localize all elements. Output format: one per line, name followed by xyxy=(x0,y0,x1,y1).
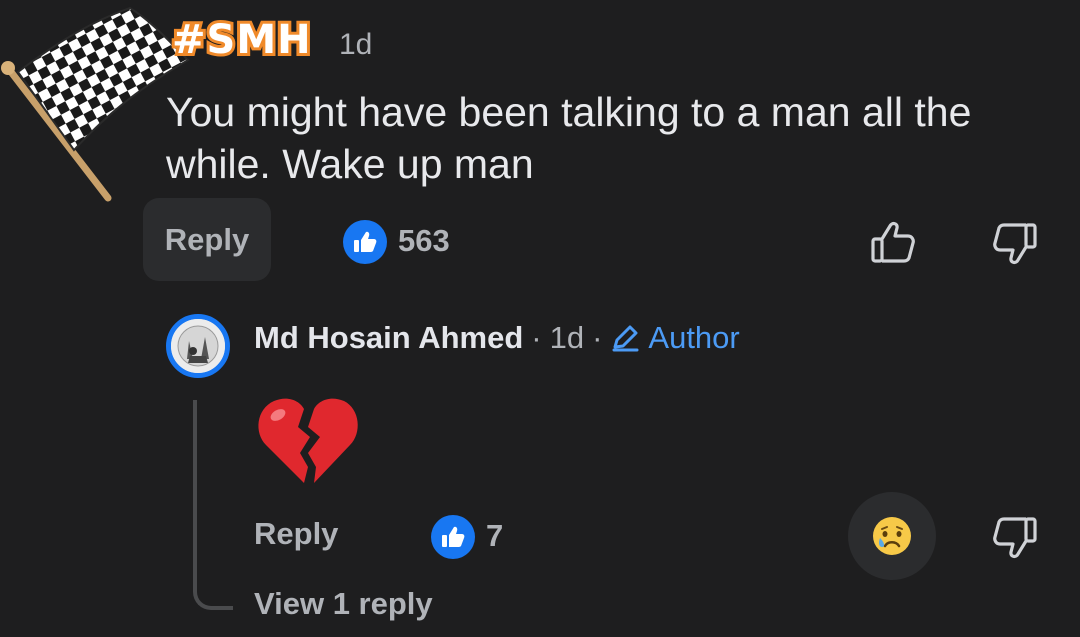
view-replies-link[interactable]: View 1 reply xyxy=(254,586,433,622)
reply-button[interactable]: Reply xyxy=(143,198,271,281)
pencil-icon xyxy=(612,325,639,352)
separator: · xyxy=(592,320,603,355)
reply-header: Md Hosain Ahmed · 1d · Author xyxy=(254,320,740,356)
broken-heart-emoji xyxy=(258,398,358,483)
sad-face-emoji xyxy=(873,517,911,555)
reply-button[interactable]: Reply xyxy=(254,516,338,552)
author-name[interactable]: Md Hosain Ahmed xyxy=(254,320,523,356)
comment-timestamp: 1d xyxy=(339,28,373,61)
smh-sticker: #SMH xyxy=(169,14,314,66)
like-count: 7 xyxy=(486,518,504,553)
checkered-flag-icon xyxy=(1,6,190,202)
thread-line xyxy=(193,400,233,610)
like-count: 563 xyxy=(398,223,450,258)
avatar-image xyxy=(171,319,225,373)
reaction-button[interactable] xyxy=(848,492,936,580)
like-reaction-icon xyxy=(343,220,387,264)
thumbs-down-icon[interactable] xyxy=(990,512,1040,562)
separator: · xyxy=(531,320,542,355)
thumbs-down-icon[interactable] xyxy=(990,218,1040,268)
author-badge-label: Author xyxy=(648,320,740,355)
reply-timestamp: 1d xyxy=(549,320,585,355)
comment-text: You might have been talking to a man all… xyxy=(166,89,972,187)
avatar[interactable] xyxy=(166,314,230,378)
author-badge: Author xyxy=(610,320,740,356)
like-reaction-icon xyxy=(431,515,475,559)
thumbs-up-icon[interactable] xyxy=(868,218,918,268)
